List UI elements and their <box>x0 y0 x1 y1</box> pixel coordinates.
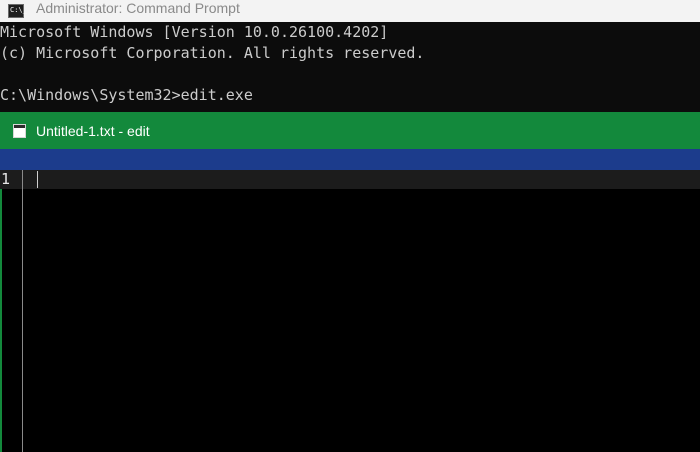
command-prompt-icon: C:\_ <box>8 4 27 18</box>
text-caret <box>37 171 38 188</box>
window-left-border <box>0 189 2 452</box>
console-output: Microsoft Windows [Version 10.0.26100.42… <box>0 22 700 112</box>
command-prompt-icon-text: C:\_ <box>10 6 27 14</box>
edit-window-title: Untitled-1.txt - edit <box>36 122 150 139</box>
console-line-version: Microsoft Windows [Version 10.0.26100.42… <box>0 23 389 41</box>
edit-titlebar: Untitled-1.txt - edit <box>0 112 700 149</box>
cmd-titlebar: C:\_ Administrator: Command Prompt <box>0 0 700 22</box>
menubar: File Edit View Help <box>0 149 700 189</box>
console-line-copyright: (c) Microsoft Corporation. All rights re… <box>0 44 425 62</box>
window-icon <box>13 123 26 138</box>
line-number: 1 <box>1 170 11 188</box>
edit-window: Untitled-1.txt - edit File Edit View Hel… <box>0 112 700 452</box>
text-editor-area[interactable] <box>23 170 700 452</box>
menu-help[interactable]: Help <box>172 149 262 189</box>
console-line-command: C:\Windows\System32>edit.exe <box>0 86 253 104</box>
window-title: Administrator: Command Prompt <box>36 0 240 16</box>
